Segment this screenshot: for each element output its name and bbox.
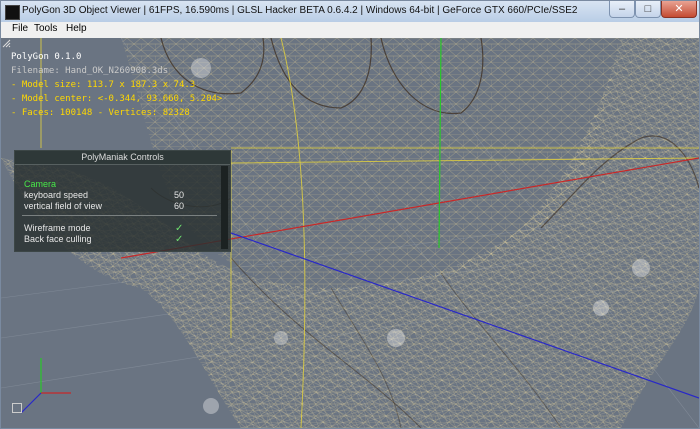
backface-checkbox[interactable]: ✓ <box>175 234 183 245</box>
fov-label: vertical field of view <box>24 201 103 211</box>
panel-scrollbar[interactable] <box>221 166 228 249</box>
menu-tools[interactable]: Tools <box>34 23 57 34</box>
menu-bar: File Tools Help <box>1 22 699 39</box>
keyboard-speed-row[interactable]: keyboard speed 50 <box>24 190 224 200</box>
backface-row[interactable]: Back face culling ✓ <box>24 234 224 245</box>
panel-divider <box>22 215 217 216</box>
wireframe-label: Wireframe mode <box>24 223 91 233</box>
hud-filename: Filename: Hand_OK_N260908.3ds <box>11 66 169 76</box>
wireframe-row[interactable]: Wireframe mode ✓ <box>24 223 224 234</box>
hud-overlay: PolyGon 0.1.0 Filename: Hand_OK_N260908.… <box>11 50 222 120</box>
fov-value[interactable]: 60 <box>174 201 184 211</box>
keyboard-speed-label: keyboard speed <box>24 190 89 200</box>
menu-file[interactable]: File <box>12 23 28 34</box>
keyboard-speed-value[interactable]: 50 <box>174 190 184 200</box>
fov-row[interactable]: vertical field of view 60 <box>24 201 224 211</box>
resize-grip-icon[interactable] <box>1 38 11 48</box>
hud-faces-vertices: - Faces: 100148 - Vertices: 82328 <box>11 108 190 118</box>
controls-panel-title[interactable]: PolyManiak Controls <box>15 151 230 165</box>
wireframe-checkbox[interactable]: ✓ <box>175 223 183 234</box>
minimize-button[interactable]: – <box>609 1 635 18</box>
title-bar[interactable]: PolyGon 3D Object Viewer | 61FPS, 16.590… <box>1 1 699 23</box>
close-button[interactable]: ✕ <box>661 1 697 18</box>
camera-section-label: Camera <box>24 179 57 189</box>
controls-panel: PolyManiak Controls Camera keyboard spee… <box>14 150 231 252</box>
3d-viewport[interactable]: PolyGon 0.1.0 Filename: Hand_OK_N260908.… <box>1 38 699 428</box>
menu-help[interactable]: Help <box>66 23 87 34</box>
maximize-button[interactable]: □ <box>635 1 661 18</box>
corner-toggle-icon[interactable] <box>12 403 22 413</box>
app-icon <box>5 5 20 20</box>
hud-model-size: - Model size: 113.7 x 187.3 x 74.3 <box>11 80 196 90</box>
backface-label: Back face culling <box>24 234 92 244</box>
app-window: PolyGon 3D Object Viewer | 61FPS, 16.590… <box>0 0 700 429</box>
hud-model-center: - Model center: <-0.344, 93.660, 5.204> <box>11 94 223 104</box>
hud-title: PolyGon 0.1.0 <box>11 52 82 62</box>
window-title: PolyGon 3D Object Viewer | 61FPS, 16.590… <box>22 5 578 16</box>
